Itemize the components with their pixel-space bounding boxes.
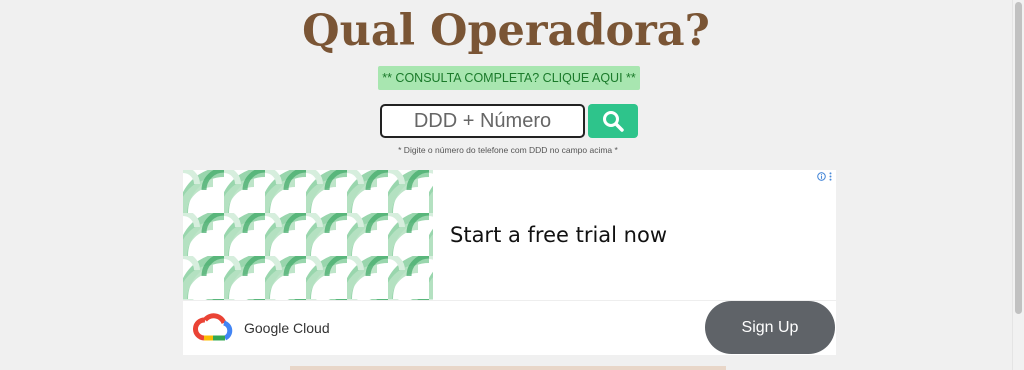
search-icon	[603, 111, 624, 132]
page-scrollbar[interactable]	[1012, 0, 1024, 370]
more-options-icon[interactable]	[829, 172, 832, 181]
page-footer-edge	[290, 366, 726, 370]
input-hint: * Digite o número do telefone com DDD no…	[398, 145, 618, 155]
ad-choices[interactable]	[817, 172, 832, 181]
ad-headline[interactable]: Start a free trial now	[450, 223, 667, 247]
page-title: Qual Operadora?	[302, 6, 710, 56]
advertisement[interactable]: Start a free trial now Google Cloud Sign…	[183, 170, 836, 355]
google-cloud-logo-icon	[193, 311, 235, 345]
sign-up-button[interactable]: Sign Up	[705, 301, 835, 354]
ad-brand-name[interactable]: Google Cloud	[244, 320, 330, 336]
phone-number-input[interactable]	[380, 104, 585, 138]
search-button[interactable]	[588, 104, 638, 138]
ad-pattern-image	[183, 170, 433, 300]
info-icon[interactable]	[817, 172, 826, 181]
full-consult-link[interactable]: ** CONSULTA COMPLETA? CLIQUE AQUI **	[378, 66, 640, 90]
scrollbar-thumb[interactable]	[1015, 2, 1022, 314]
